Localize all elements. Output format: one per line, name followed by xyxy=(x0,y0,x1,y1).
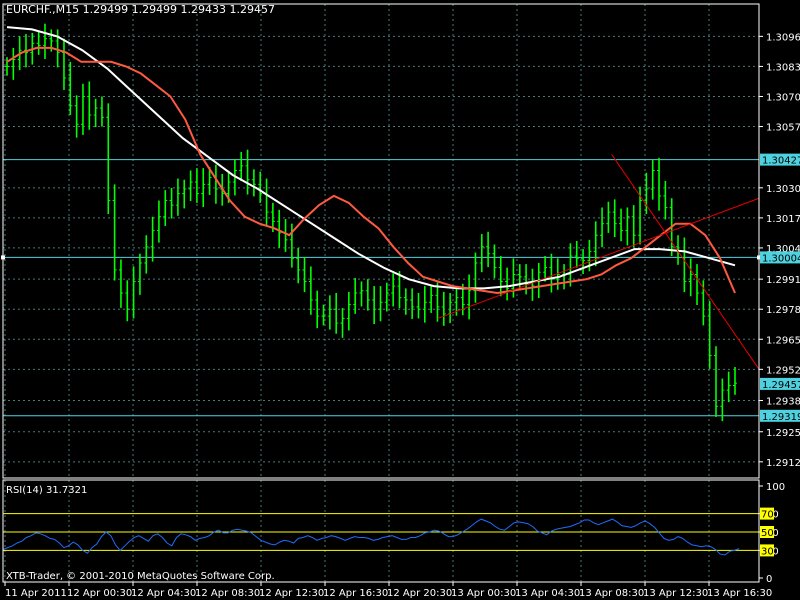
time-tick-label: 11 Apr 2011 xyxy=(5,588,67,599)
price-tick-label: 1.30570 xyxy=(766,123,800,134)
price-tick-label: 1.30960 xyxy=(766,32,800,43)
rsi-level-tag-label: 30 xyxy=(761,546,774,557)
time-tick-label: 13 Apr 08:30 xyxy=(579,588,644,599)
price-tag-label: 1.30427 xyxy=(762,156,800,167)
time-tick-label: 13 Apr 04:30 xyxy=(515,588,580,599)
price-tick-label: 1.30830 xyxy=(766,62,800,73)
price-tick-label: 1.29780 xyxy=(766,305,800,316)
price-tag-label: 1.30004 xyxy=(762,253,800,264)
time-tick-label: 13 Apr 12:30 xyxy=(643,588,708,599)
rsi-frame xyxy=(2,479,760,583)
time-tick-label: 12 Apr 08:30 xyxy=(195,588,260,599)
time-tick-label: 12 Apr 20:30 xyxy=(387,588,452,599)
time-tick-label: 12 Apr 04:30 xyxy=(131,588,196,599)
time-tick-label: 12 Apr 12:30 xyxy=(259,588,324,599)
rsi-axis: 1007050300705030 xyxy=(759,482,785,585)
price-tick-label: 1.29520 xyxy=(766,365,800,376)
price-tag-label: 1.29319 xyxy=(762,412,800,423)
price-tick-label: 1.29120 xyxy=(766,458,800,469)
time-tick-label: 12 Apr 16:30 xyxy=(323,588,388,599)
time-tick-label: 12 Apr 00:30 xyxy=(67,588,132,599)
time-tick-label: 13 Apr 00:30 xyxy=(451,588,516,599)
rsi-tick-label: 100 xyxy=(766,482,785,493)
time-tick-label: 13 Apr 16:30 xyxy=(707,588,772,599)
rsi-tick-label: 0 xyxy=(766,574,772,585)
ma-slow-line xyxy=(6,26,736,290)
rsi-grid xyxy=(4,480,710,582)
price-tick-label: 1.29250 xyxy=(766,428,800,439)
price-tick-label: 1.29650 xyxy=(766,335,800,346)
rsi-title: RSI(14) 31.7321 xyxy=(6,485,87,496)
price-axis: 1.30960 1.30830 1.30700 1.30570 1.30305 1.301… xyxy=(759,32,800,469)
trendline xyxy=(611,154,760,370)
trading-chart: 1.30960 1.30830 1.30700 1.30570 1.30305 1.301… xyxy=(0,0,800,600)
copyright-text: XTB-Trader, © 2001-2010 MetaQuotes Softw… xyxy=(6,571,275,582)
ma-fast-line xyxy=(6,46,736,295)
price-tick-label: 1.29910 xyxy=(766,275,800,286)
rsi-level-tag-label: 70 xyxy=(761,510,774,521)
rsi-level-tag-label: 50 xyxy=(761,528,774,539)
price-tick-label: 1.30305 xyxy=(766,184,800,195)
time-axis: 11 Apr 2011 12 Apr 00:3012 Apr 04:3012 Ap… xyxy=(4,582,772,599)
price-tag-label: 1.29457 xyxy=(762,380,800,391)
chart-title: EURCHF.,M15 1.29499 1.29499 1.29433 1.29… xyxy=(6,3,275,16)
price-tick-label: 1.30175 xyxy=(766,214,800,225)
rsi-plot xyxy=(2,513,759,556)
price-tick-label: 1.30700 xyxy=(766,92,800,103)
rsi-line xyxy=(2,518,740,556)
price-tick-label: 1.29385 xyxy=(766,397,800,408)
